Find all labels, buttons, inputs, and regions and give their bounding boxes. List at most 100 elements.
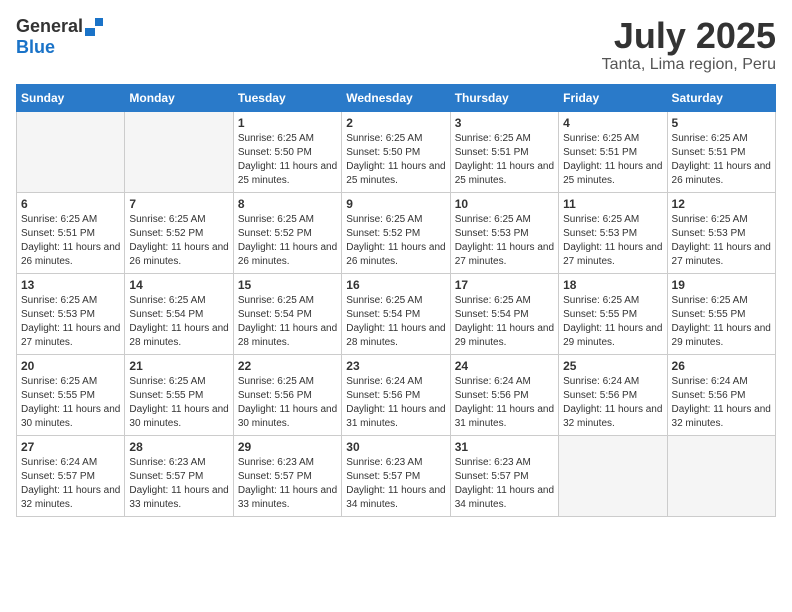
day-info: Sunrise: 6:25 AM Sunset: 5:55 PM Dayligh… [672,294,771,350]
day-info: Sunrise: 6:25 AM Sunset: 5:54 PM Dayligh… [346,294,445,350]
weekday-header: Tuesday [233,84,341,111]
calendar-day-cell: 25Sunrise: 6:24 AM Sunset: 5:56 PM Dayli… [559,354,667,435]
day-number: 23 [346,359,445,373]
day-info: Sunrise: 6:25 AM Sunset: 5:50 PM Dayligh… [238,132,337,188]
weekday-header: Monday [125,84,233,111]
calendar-day-cell: 11 Sunrise: 6:25 AM Sunset: 5:53 PM Dayli… [559,192,667,273]
day-info: Sunrise: 6:25 AM Sunset: 5:55 PM Dayligh… [21,375,120,431]
day-number: 12 [672,197,771,211]
day-info: Sunrise: 6:25 AM Sunset: 5:54 PM Dayligh… [129,294,228,350]
calendar-day-cell: 14 Sunrise: 6:25 AM Sunset: 5:54 PM Dayli… [125,273,233,354]
calendar-day-cell: 5 Sunrise: 6:25 AM Sunset: 5:51 PM Daylig… [667,111,775,192]
day-info: Sunrise: 6:25 AM Sunset: 5:53 PM Dayligh… [563,213,662,269]
day-number: 21 [129,359,228,373]
calendar-day-cell: 6Sunrise: 6:25 AM Sunset: 5:51 PM Daylig… [17,192,125,273]
day-info: Sunrise: 6:23 AM Sunset: 5:57 PM Dayligh… [238,456,337,512]
calendar-table: SundayMondayTuesdayWednesdayThursdayFrid… [16,84,776,517]
weekday-header: Friday [559,84,667,111]
calendar-day-cell: 21 Sunrise: 6:25 AM Sunset: 5:55 PM Dayli… [125,354,233,435]
day-number: 24 [455,359,554,373]
day-info: Sunrise: 6:25 AM Sunset: 5:53 PM Dayligh… [21,294,120,350]
day-number: 16 [346,278,445,292]
day-info: Sunrise: 6:25 AM Sunset: 5:52 PM Dayligh… [129,213,228,269]
calendar-day-cell [125,111,233,192]
day-number: 29 [238,440,337,454]
day-info: Sunrise: 6:25 AM Sunset: 5:56 PM Dayligh… [238,375,337,431]
calendar-day-cell: 15 Sunrise: 6:25 AM Sunset: 5:54 PM Dayli… [233,273,341,354]
day-number: 18 [563,278,662,292]
day-info: Sunrise: 6:24 AM Sunset: 5:56 PM Dayligh… [672,375,771,431]
day-number: 8 [238,197,337,211]
calendar-day-cell: 31Sunrise: 6:23 AM Sunset: 5:57 PM Dayli… [450,435,558,516]
month-title: July 2025 [602,16,776,56]
day-number: 14 [129,278,228,292]
day-number: 22 [238,359,337,373]
calendar-day-cell: 19 Sunrise: 6:25 AM Sunset: 5:55 PM Dayli… [667,273,775,354]
day-number: 9 [346,197,445,211]
day-number: 15 [238,278,337,292]
day-number: 19 [672,278,771,292]
logo: General Blue [16,16,103,58]
weekday-header: Wednesday [342,84,450,111]
calendar-day-cell: 13 Sunrise: 6:25 AM Sunset: 5:53 PM Dayli… [17,273,125,354]
day-info: Sunrise: 6:25 AM Sunset: 5:52 PM Dayligh… [346,213,445,269]
day-info: Sunrise: 6:24 AM Sunset: 5:57 PM Dayligh… [21,456,120,512]
day-info: Sunrise: 6:23 AM Sunset: 5:57 PM Dayligh… [455,456,554,512]
day-info: Sunrise: 6:25 AM Sunset: 5:50 PM Dayligh… [346,132,445,188]
day-number: 11 [563,197,662,211]
calendar-day-cell: 7 Sunrise: 6:25 AM Sunset: 5:52 PM Daylig… [125,192,233,273]
day-info: Sunrise: 6:25 AM Sunset: 5:53 PM Dayligh… [672,213,771,269]
logo-general-text: General [16,16,83,37]
day-number: 5 [672,116,771,130]
day-info: Sunrise: 6:25 AM Sunset: 5:52 PM Dayligh… [238,213,337,269]
day-info: Sunrise: 6:25 AM Sunset: 5:51 PM Dayligh… [672,132,771,188]
day-info: Sunrise: 6:23 AM Sunset: 5:57 PM Dayligh… [129,456,228,512]
weekday-header: Sunday [17,84,125,111]
calendar-day-cell: 9 Sunrise: 6:25 AM Sunset: 5:52 PM Daylig… [342,192,450,273]
calendar-week-row: 1Sunrise: 6:25 AM Sunset: 5:50 PM Daylig… [17,111,776,192]
calendar-day-cell: 3 Sunrise: 6:25 AM Sunset: 5:51 PM Daylig… [450,111,558,192]
calendar-day-cell: 16 Sunrise: 6:25 AM Sunset: 5:54 PM Dayli… [342,273,450,354]
day-number: 27 [21,440,120,454]
day-number: 26 [672,359,771,373]
calendar-week-row: 27 Sunrise: 6:24 AM Sunset: 5:57 PM Dayli… [17,435,776,516]
calendar-day-cell: 27 Sunrise: 6:24 AM Sunset: 5:57 PM Dayli… [17,435,125,516]
day-number: 4 [563,116,662,130]
day-info: Sunrise: 6:24 AM Sunset: 5:56 PM Dayligh… [455,375,554,431]
weekday-header-row: SundayMondayTuesdayWednesdayThursdayFrid… [17,84,776,111]
day-info: Sunrise: 6:24 AM Sunset: 5:56 PM Dayligh… [346,375,445,431]
calendar-day-cell [667,435,775,516]
day-number: 28 [129,440,228,454]
day-number: 17 [455,278,554,292]
day-info: Sunrise: 6:25 AM Sunset: 5:55 PM Dayligh… [129,375,228,431]
calendar-day-cell: 4Sunrise: 6:25 AM Sunset: 5:51 PM Daylig… [559,111,667,192]
weekday-header: Thursday [450,84,558,111]
calendar-title-area: July 2025 Tanta, Lima region, Peru [602,16,776,74]
day-info: Sunrise: 6:25 AM Sunset: 5:55 PM Dayligh… [563,294,662,350]
day-number: 10 [455,197,554,211]
calendar-week-row: 13 Sunrise: 6:25 AM Sunset: 5:53 PM Dayli… [17,273,776,354]
day-number: 2 [346,116,445,130]
calendar-day-cell [17,111,125,192]
day-number: 3 [455,116,554,130]
calendar-day-cell: 22 Sunrise: 6:25 AM Sunset: 5:56 PM Dayli… [233,354,341,435]
calendar-day-cell: 8 Sunrise: 6:25 AM Sunset: 5:52 PM Daylig… [233,192,341,273]
logo-blue-text: Blue [16,37,55,57]
weekday-header: Saturday [667,84,775,111]
day-info: Sunrise: 6:25 AM Sunset: 5:53 PM Dayligh… [455,213,554,269]
calendar-day-cell: 29 Sunrise: 6:23 AM Sunset: 5:57 PM Dayli… [233,435,341,516]
day-info: Sunrise: 6:25 AM Sunset: 5:51 PM Dayligh… [21,213,120,269]
calendar-day-cell: 24 Sunrise: 6:24 AM Sunset: 5:56 PM Dayli… [450,354,558,435]
day-number: 13 [21,278,120,292]
calendar-day-cell: 23 Sunrise: 6:24 AM Sunset: 5:56 PM Dayli… [342,354,450,435]
day-number: 25 [563,359,662,373]
day-info: Sunrise: 6:23 AM Sunset: 5:57 PM Dayligh… [346,456,445,512]
calendar-day-cell: 1Sunrise: 6:25 AM Sunset: 5:50 PM Daylig… [233,111,341,192]
calendar-week-row: 6Sunrise: 6:25 AM Sunset: 5:51 PM Daylig… [17,192,776,273]
calendar-day-cell: 17Sunrise: 6:25 AM Sunset: 5:54 PM Dayli… [450,273,558,354]
day-info: Sunrise: 6:25 AM Sunset: 5:51 PM Dayligh… [455,132,554,188]
calendar-day-cell: 12 Sunrise: 6:25 AM Sunset: 5:53 PM Dayli… [667,192,775,273]
location-subtitle: Tanta, Lima region, Peru [602,56,776,74]
day-number: 7 [129,197,228,211]
day-info: Sunrise: 6:25 AM Sunset: 5:54 PM Dayligh… [238,294,337,350]
